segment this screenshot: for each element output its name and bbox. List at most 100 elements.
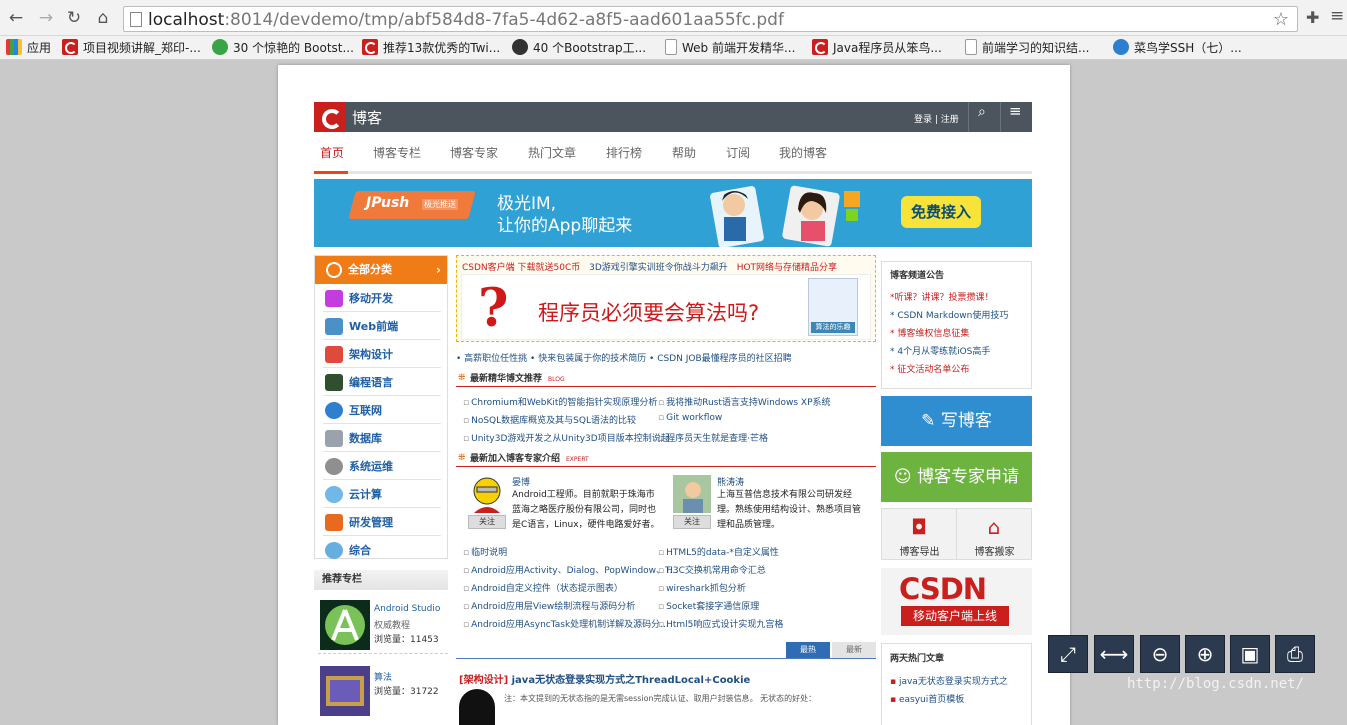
post-link[interactable]: wireshark抓包分析 (658, 581, 746, 594)
follow-button[interactable]: 关注 (468, 515, 506, 529)
notice-link[interactable]: * CSDN Markdown使用技巧 (890, 308, 1008, 321)
article-title[interactable]: [架构设计] java无状态登录实现方式之ThreadLocal+Cookie (459, 671, 750, 686)
tab-experts[interactable]: 博客专家 (450, 144, 498, 161)
blog-move-button[interactable]: ⌂ 博客搬家 (957, 509, 1032, 559)
expert-name[interactable]: 晏博 (512, 475, 530, 488)
category-rd-management[interactable]: 研发管理 (323, 509, 441, 536)
blog-export-button[interactable]: ◘ 博客导出 (882, 509, 957, 559)
free-access-button[interactable]: 免费接入 (901, 196, 981, 228)
tab-subscribe[interactable]: 订阅 (726, 144, 750, 161)
post-link[interactable]: 程序员天生就是查理·芒格 (658, 431, 768, 444)
watermark: http://blog.csdn.net/ (1127, 676, 1305, 692)
zoom-in-icon[interactable]: ⊕ (1185, 635, 1225, 673)
back-icon[interactable]: ← (6, 8, 26, 28)
post-link[interactable]: Chromium和WebKit的智能指针实现原理分析 (463, 395, 657, 408)
promo-image[interactable]: ? 程序员必须要会算法吗? 算法的乐趣 (461, 274, 871, 340)
tab-hottest[interactable]: 最热 (786, 642, 830, 658)
column-name[interactable]: Android Studio (374, 604, 440, 614)
home-icon[interactable]: ⌂ (93, 8, 113, 28)
extension-icon[interactable]: ✚ (1306, 8, 1319, 27)
post-link[interactable]: Android应用层View绘制流程与源码分析 (463, 599, 635, 612)
column-name[interactable]: 算法 (374, 670, 392, 683)
search-icon[interactable]: ⌕ (978, 104, 986, 120)
bookmark-item[interactable]: 推荐13款优秀的Twi... (362, 39, 500, 57)
zoom-out-icon[interactable]: ⊖ (1140, 635, 1180, 673)
reload-icon[interactable]: ↻ (64, 8, 84, 28)
tab-newest[interactable]: 最新 (832, 642, 876, 658)
tab-my-blog[interactable]: 我的博客 (779, 144, 827, 161)
bookmark-item[interactable]: Web 前端开发精华... (665, 39, 795, 57)
hot2-link[interactable]: java无状态登录实现方式之 (890, 674, 1008, 687)
post-link[interactable]: Unity3D游戏开发之从Unity3D项目版本控制说起 (463, 431, 670, 444)
category-cloud[interactable]: 云计算 (323, 481, 441, 508)
promo-link[interactable]: HOT网络与存储精品分享 (737, 263, 837, 273)
tab-home[interactable]: 首页 (320, 144, 344, 161)
category-mobile[interactable]: 移动开发 (323, 285, 441, 312)
url-text[interactable]: localhost:8014/devdemo/tmp/abf584d8-7fa5… (148, 10, 784, 30)
csdn-logo-icon[interactable] (314, 102, 346, 132)
tab-hot[interactable]: 热门文章 (528, 144, 576, 161)
post-link[interactable]: Socket套接字通信原理 (658, 599, 759, 612)
category-architecture[interactable]: 架构设计 (323, 341, 441, 368)
fit-page-icon[interactable]: ⤢ (1048, 635, 1088, 673)
post-link[interactable]: Android应用AsyncTask处理机制详解及源码分... (463, 617, 669, 630)
bookmark-apps[interactable]: 应用 (6, 39, 51, 57)
category-languages[interactable]: 编程语言 (323, 369, 441, 396)
notice-link[interactable]: * 博客维权信息征集 (890, 326, 969, 339)
write-blog-button[interactable]: ✎ 写博客 (881, 396, 1032, 446)
ad-banner[interactable]: JPush 极光推送 极光IM, 让你的App聊起来 免费接入 (314, 179, 1032, 247)
tab-ranking[interactable]: 排行榜 (606, 144, 642, 161)
all-categories-header[interactable]: 全部分类 › (315, 256, 447, 284)
category-database[interactable]: 数据库 (323, 425, 441, 452)
bookmark-item[interactable]: 项目视频讲解_郑印-... (62, 39, 201, 57)
csdn-icon (362, 39, 378, 55)
post-link[interactable]: Android自定义控件（状态提示图表） (463, 581, 623, 594)
promo-link[interactable]: 3D游戏引擎实训班令你战斗力飙升 (589, 263, 728, 273)
job-links[interactable]: • 高薪职位任性挑 • 快来包装属于你的技术简历 • CSDN JOB最懂程序员… (456, 351, 792, 364)
forward-icon[interactable]: → (36, 8, 56, 28)
follow-button[interactable]: 关注 (673, 515, 711, 529)
notice-link[interactable]: *听课？讲课？投票攒课！ (890, 290, 994, 303)
save-icon[interactable]: ▣ (1230, 635, 1270, 673)
notice-link[interactable]: * 4个月从零练就iOS高手 (890, 344, 990, 357)
menu-icon[interactable]: ≡ (1009, 102, 1022, 120)
tab-help[interactable]: 帮助 (672, 144, 696, 161)
notice-link[interactable]: * 征文活动名单公布 (890, 362, 969, 375)
divider (456, 658, 876, 659)
post-link[interactable]: Android应用Activity、Dialog、PopWindow、T... (463, 563, 678, 576)
category-ops[interactable]: 系统运维 (323, 453, 441, 480)
list-item[interactable]: Android Studio 权威教程 浏览量：11453 (318, 596, 448, 654)
address-bar[interactable]: localhost:8014/devdemo/tmp/abf584d8-7fa5… (123, 6, 1298, 32)
post-link[interactable]: 临时说明 (463, 545, 507, 558)
edit-icon: ✎ (921, 411, 941, 431)
post-link[interactable]: Html5响应式设计实现九宫格 (658, 617, 783, 630)
bookmark-item[interactable]: 30 个惊艳的 Bootst... (212, 39, 354, 57)
promo-link[interactable]: CSDN客户端 下载就送50C币 (462, 263, 580, 273)
post-link[interactable]: H3C交换机常用命令汇总 (658, 563, 766, 576)
bookmark-item[interactable]: 40 个Bootstrap工... (512, 39, 646, 57)
browser-menu-icon[interactable]: ≡ (1330, 6, 1344, 26)
expert-name[interactable]: 熊涛涛 (717, 475, 744, 488)
post-link[interactable]: 我将推动Rust语言支持Windows XP系统 (658, 395, 830, 408)
category-internet[interactable]: 互联网 (323, 397, 441, 424)
promo-headline: 程序员必须要会算法吗? (538, 301, 760, 325)
login-links[interactable]: 登录 | 注册 (914, 112, 959, 125)
bookmark-item[interactable]: 菜鸟学SSH（七）... (1113, 39, 1242, 57)
bookmark-item[interactable]: 前端学习的知识结... (965, 39, 1089, 57)
fit-width-icon[interactable]: ⟷ (1094, 635, 1134, 673)
list-item[interactable]: 算法 浏览量：31722 (318, 662, 448, 720)
expert-apply-button[interactable]: ☺ 博客专家申请 (881, 452, 1032, 502)
post-link[interactable]: Git workflow (658, 413, 722, 423)
category-web[interactable]: Web前端 (323, 313, 441, 340)
csdn-mobile-ad[interactable]: CSDN 移动客户端上线 (881, 568, 1032, 635)
post-link[interactable]: NoSQL数据库概览及其与SQL语法的比较 (463, 413, 636, 426)
bookmark-star-icon[interactable]: ☆ (1273, 9, 1289, 30)
tab-columns[interactable]: 博客专栏 (373, 144, 421, 161)
bookmark-item[interactable]: Java程序员从笨鸟... (812, 39, 942, 57)
globe-icon (325, 402, 343, 419)
hot2-link[interactable]: easyui首页模板 (890, 692, 964, 705)
post-link[interactable]: HTML5的data-*自定义属性 (658, 545, 779, 558)
column-sub: 权威教程 (374, 621, 411, 631)
category-general[interactable]: 综合 (323, 537, 441, 564)
print-icon[interactable]: ⎙ (1275, 635, 1315, 673)
